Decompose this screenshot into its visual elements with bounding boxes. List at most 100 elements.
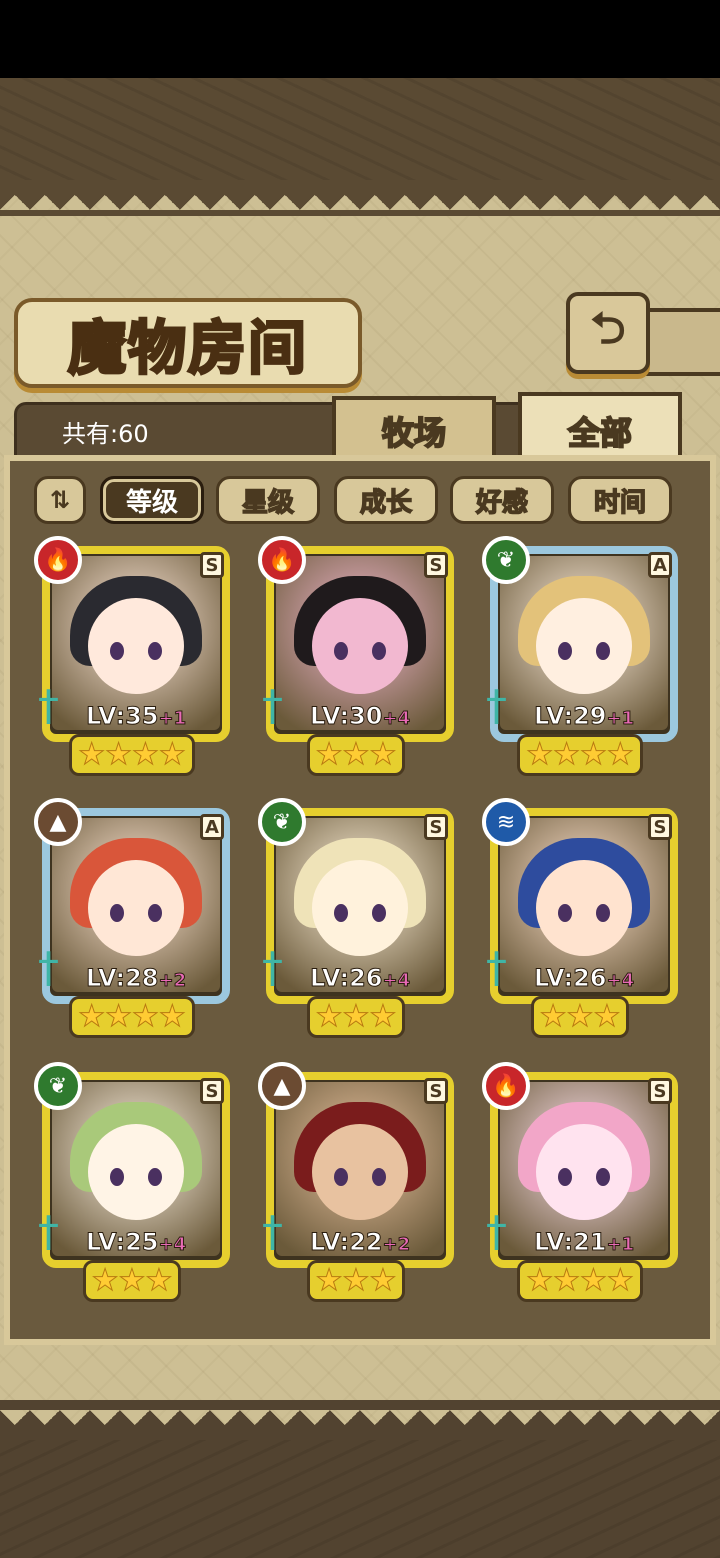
star-icon: ★ [580,737,608,772]
star-plate: ★ ★ ★ ★ [69,996,195,1038]
portrait-face [88,598,184,695]
star-icon: ★ [606,1263,634,1298]
star-icon: ★ [78,999,106,1034]
title-plate: 魔物房间 [14,298,362,388]
rank-badge: A [200,814,224,840]
monster-card[interactable]: 🔥 S † LV:30+4 ★ ★ ★ [258,536,454,776]
rank-badge: S [424,1078,448,1104]
level-label: LV:26+4 [533,964,634,993]
monster-card[interactable]: 🔥 S † LV:21+1 ★ ★ ★ ★ [482,1062,678,1302]
portrait-eye [110,642,124,660]
star-icon: ★ [315,1263,343,1298]
star-rating: ★ ★ ★ ★ [34,734,230,776]
monster-card[interactable]: ≋ S † LV:26+4 ★ ★ ★ [482,798,678,1038]
level-value: LV:28 [85,964,159,993]
star-plate: ★ ★ ★ [306,1260,406,1302]
monster-card[interactable]: ▲ S † LV:22+2 ★ ★ ★ [258,1062,454,1302]
status-bar [0,0,720,78]
star-icon: ★ [526,1263,554,1298]
sword-icon: † [486,681,507,730]
level-value: LV:29 [533,702,607,731]
portrait-eye [110,904,124,922]
star-icon: ★ [553,737,581,772]
map-background-bottom [0,1440,720,1558]
sort-button-time[interactable]: 时间 [568,476,672,524]
back-button[interactable]: ⮌ [566,292,650,374]
monster-card[interactable]: ▲ A † LV:28+2 ★ ★ ★ ★ [34,798,230,1038]
monster-card[interactable]: ❦ S † LV:25+4 ★ ★ ★ [34,1062,230,1302]
portrait-eye [372,642,386,660]
torn-edge-bottom [0,1400,720,1440]
portrait-face [312,1124,408,1221]
rank-badge: S [200,552,224,578]
sword-icon: † [38,681,59,730]
star-icon: ★ [132,737,160,772]
star-icon: ★ [553,1263,581,1298]
level-value: LV:30 [309,702,383,731]
grass-element-icon: ❦ [258,798,306,846]
monster-card[interactable]: ❦ A † LV:29+1 ★ ★ ★ ★ [482,536,678,776]
level-bonus: +4 [158,1234,187,1256]
level-label: LV:30+4 [309,702,411,731]
level-bonus: +1 [606,708,635,730]
monster-count: 共有:60 [62,420,149,448]
star-rating: ★ ★ ★ [258,734,454,776]
rank-badge: S [424,552,448,578]
star-icon: ★ [118,1263,146,1298]
star-icon: ★ [132,999,160,1034]
grass-element-icon: ❦ [34,1062,82,1110]
sort-order-toggle[interactable]: ⇅ [34,476,86,524]
portrait-eye [110,1168,124,1186]
sort-button-growth[interactable]: 成长 [334,476,438,524]
star-icon: ★ [342,1263,370,1298]
portrait-eye [596,1168,610,1186]
star-icon: ★ [342,737,370,772]
level-bonus: +2 [158,970,187,992]
fire-element-icon: 🔥 [34,536,82,584]
star-icon: ★ [315,737,343,772]
page-title: 魔物房间 [66,313,308,384]
sword-icon: † [262,1207,283,1256]
portrait-face [536,598,632,695]
sort-button-level[interactable]: 等级 [100,476,204,524]
rank-badge: S [648,1078,672,1104]
level-bonus: +4 [382,708,411,730]
star-rating: ★ ★ ★ ★ [34,996,230,1038]
level-bonus: +1 [606,1234,635,1256]
star-rating: ★ ★ ★ ★ [482,1260,678,1302]
level-label: LV:28+2 [85,964,187,993]
star-icon: ★ [566,999,594,1034]
star-icon: ★ [593,999,621,1034]
sword-icon: † [262,681,283,730]
sort-button-stars[interactable]: 星级 [216,476,320,524]
rank-badge: S [424,814,448,840]
star-plate: ★ ★ ★ ★ [517,734,643,776]
portrait-face [88,860,184,957]
level-value: LV:21 [533,1228,607,1257]
portrait-face [536,1124,632,1221]
portrait-eye [372,1168,386,1186]
star-icon: ★ [158,737,186,772]
water-element-icon: ≋ [482,798,530,846]
portrait-eye [148,1168,162,1186]
star-icon: ★ [369,999,397,1034]
level-label: LV:29+1 [533,702,635,731]
level-label: LV:25+4 [85,1228,187,1257]
star-icon: ★ [606,737,634,772]
level-value: LV:26 [309,964,383,993]
earth-element-icon: ▲ [34,798,82,846]
return-icon: ⮌ [590,302,626,354]
star-plate: ★ ★ ★ ★ [517,1260,643,1302]
star-icon: ★ [145,1263,173,1298]
monster-card[interactable]: 🔥 S † LV:35+1 ★ ★ ★ ★ [34,536,230,776]
monster-card[interactable]: ❦ S † LV:26+4 ★ ★ ★ [258,798,454,1038]
level-label: LV:21+1 [533,1228,635,1257]
portrait-eye [596,642,610,660]
star-icon: ★ [105,999,133,1034]
star-plate: ★ ★ ★ ★ [69,734,195,776]
star-icon: ★ [315,999,343,1034]
sort-button-affection[interactable]: 好感 [450,476,554,524]
level-bonus: +4 [382,970,411,992]
star-icon: ★ [369,1263,397,1298]
star-rating: ★ ★ ★ [34,1260,230,1302]
